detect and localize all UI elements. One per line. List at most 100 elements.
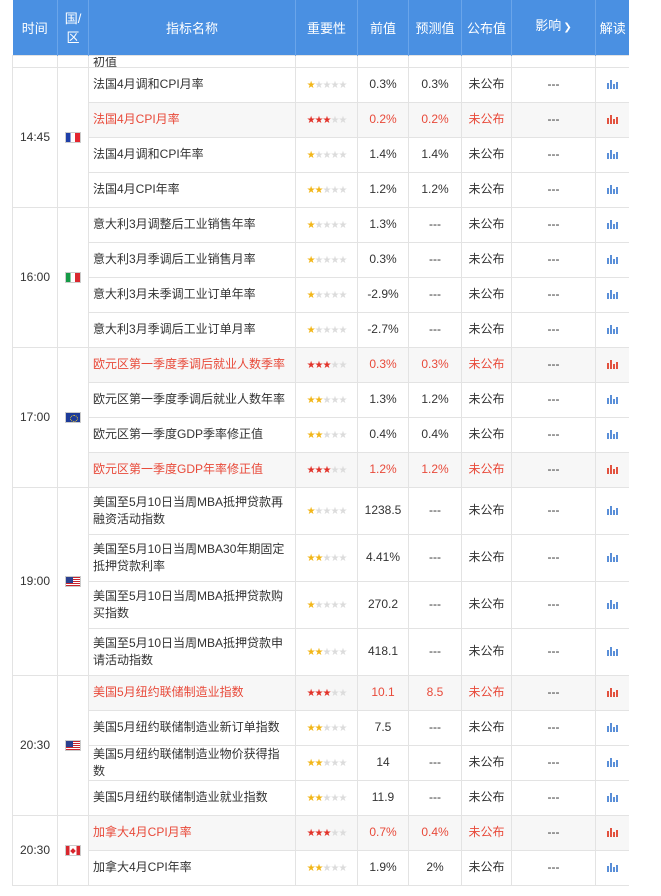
forecast-value: 0.3% xyxy=(408,66,462,103)
impact-value: --- xyxy=(511,171,596,208)
interpret-cell[interactable] xyxy=(595,580,629,629)
bar-chart-icon[interactable] xyxy=(607,647,618,657)
actual-value: 未公布 xyxy=(461,66,512,103)
star-icon: ★ xyxy=(306,552,316,564)
indicator-name[interactable]: 法国4月CPI月率 xyxy=(88,101,296,138)
bar-chart-icon[interactable] xyxy=(607,600,618,610)
interpret-cell[interactable] xyxy=(595,171,629,208)
indicator-name-text: 法国4月调和CPI月率 xyxy=(93,77,204,91)
indicator-name[interactable]: 美国5月纽约联储制造业物价获得指数 xyxy=(88,744,296,781)
indicator-name[interactable]: 美国5月纽约联储制造业新订单指数 xyxy=(88,709,296,746)
interpret-cell[interactable] xyxy=(595,814,629,851)
interpret-cell[interactable] xyxy=(595,101,629,138)
bar-chart-icon[interactable] xyxy=(607,185,618,195)
interpret-cell[interactable] xyxy=(595,709,629,746)
bar-chart-icon[interactable] xyxy=(607,828,618,838)
table-row: 20:30 美国5月纽约联储制造业指数 ★★★★★ 10.1 8.5 未公布 --- xyxy=(12,674,629,816)
indicator-name[interactable]: 欧元区第一季度季调后就业人数季率 xyxy=(88,346,296,383)
interpret-cell[interactable] xyxy=(595,779,629,816)
bar-chart-icon[interactable] xyxy=(607,150,618,160)
interpret-cell[interactable] xyxy=(595,206,629,243)
indicator-name[interactable]: 法国4月CPI年率 xyxy=(88,171,296,208)
table-row: 法国4月调和CPI年率 ★★★★★ 1.4% 1.4% 未公布 --- xyxy=(13,136,629,173)
bar-chart-icon[interactable] xyxy=(607,290,618,300)
bar-chart-icon[interactable] xyxy=(607,220,618,230)
bar-chart-icon[interactable] xyxy=(607,723,618,733)
interpret-cell[interactable] xyxy=(595,381,629,418)
forecast-value: 1.2% xyxy=(408,451,462,488)
table-row: 意大利3月季调后工业销售月率 ★★★★★ 0.3% --- 未公布 --- xyxy=(13,241,629,278)
interpret-cell[interactable] xyxy=(595,627,629,676)
forecast-value: 0.3% xyxy=(408,346,462,383)
bar-chart-icon[interactable] xyxy=(607,255,618,265)
interpret-cell[interactable] xyxy=(595,276,629,313)
indicator-name[interactable]: 欧元区第一季度GDP季率修正值 xyxy=(88,416,296,453)
interpret-cell[interactable] xyxy=(595,311,629,348)
actual-value: 未公布 xyxy=(461,814,512,851)
forecast-value: --- xyxy=(408,241,462,278)
bar-chart-icon[interactable] xyxy=(607,80,618,90)
indicator-name[interactable]: 美国5月纽约联储制造业就业指数 xyxy=(88,779,296,816)
header-interpret: 解读 xyxy=(595,0,629,55)
impact-sort-toggle[interactable]: 影响 ❯ xyxy=(535,17,571,37)
bar-chart-icon[interactable] xyxy=(607,553,618,563)
previous-value: 14 xyxy=(357,744,409,781)
indicator-name[interactable]: 意大利3月未季调工业订单年率 xyxy=(88,276,296,313)
impact-value: --- xyxy=(511,744,596,781)
header-importance[interactable]: 重要性 xyxy=(295,0,358,55)
bar-chart-icon[interactable] xyxy=(607,395,618,405)
indicator-name[interactable]: 意大利3月季调后工业销售月率 xyxy=(88,241,296,278)
interpret-cell[interactable] xyxy=(595,674,629,711)
indicator-name[interactable]: 法国4月调和CPI年率 xyxy=(88,136,296,173)
indicator-name[interactable]: 美国至5月10日当周MBA抵押贷款购买指数 xyxy=(88,580,296,629)
interpret-cell[interactable] xyxy=(595,451,629,488)
interpret-cell[interactable] xyxy=(595,416,629,453)
indicator-name[interactable]: 初值 xyxy=(88,54,296,68)
interpret-cell[interactable] xyxy=(595,136,629,173)
header-impact[interactable]: 影响 ❯ xyxy=(511,0,596,55)
bar-chart-icon[interactable] xyxy=(607,325,618,335)
actual-value: 未公布 xyxy=(461,241,512,278)
table-row: 美国至5月10日当周MBA抵押贷款购买指数 ★★★★★ 270.2 --- 未公布 --- xyxy=(13,580,629,629)
interpret-cell[interactable] xyxy=(595,744,629,781)
indicator-name[interactable]: 意大利3月季调后工业订单月率 xyxy=(88,311,296,348)
indicator-name-text: 意大利3月季调后工业订单月率 xyxy=(93,322,256,336)
indicator-name[interactable]: 美国至5月10日当周MBA30年期固定抵押贷款利率 xyxy=(88,533,296,582)
interpret-cell[interactable] xyxy=(595,486,629,535)
bar-chart-icon[interactable] xyxy=(607,430,618,440)
actual-value: 未公布 xyxy=(461,779,512,816)
interpret-cell[interactable] xyxy=(595,66,629,103)
interpret-cell[interactable] xyxy=(595,533,629,582)
star-icon: ★ xyxy=(306,599,316,611)
indicator-name[interactable]: 美国至5月10日当周MBA抵押贷款申请活动指数 xyxy=(88,627,296,676)
interpret-cell[interactable] xyxy=(595,849,629,886)
indicator-name[interactable]: 美国5月纽约联储制造业指数 xyxy=(88,674,296,711)
flag-cell xyxy=(57,54,89,68)
bar-chart-icon[interactable] xyxy=(607,115,618,125)
indicator-name[interactable]: 欧元区第一季度季调后就业人数年率 xyxy=(88,381,296,418)
bar-chart-icon[interactable] xyxy=(607,688,618,698)
bar-chart-icon[interactable] xyxy=(607,465,618,475)
interpret-cell[interactable] xyxy=(595,346,629,383)
actual-value: 未公布 xyxy=(461,486,512,535)
impact-label: 影响 xyxy=(535,18,562,34)
indicator-name[interactable]: 美国至5月10日当周MBA抵押贷款再融资活动指数 xyxy=(88,486,296,535)
actual-value: 未公布 xyxy=(461,709,512,746)
interpret-cell[interactable] xyxy=(595,241,629,278)
indicator-name-text: 法国4月CPI月率 xyxy=(93,112,180,126)
impact-value: --- xyxy=(511,346,596,383)
forecast-value: --- xyxy=(408,709,462,746)
star-icon: ★ xyxy=(314,359,324,371)
indicator-name[interactable]: 加拿大4月CPI年率 xyxy=(88,849,296,886)
bar-chart-icon[interactable] xyxy=(607,863,618,873)
bar-chart-icon[interactable] xyxy=(607,758,618,768)
bar-chart-icon[interactable] xyxy=(607,506,618,516)
header-indicator: 指标名称 xyxy=(88,0,296,55)
indicator-name[interactable]: 意大利3月调整后工业销售年率 xyxy=(88,206,296,243)
bar-chart-icon[interactable] xyxy=(607,360,618,370)
impact-value: --- xyxy=(511,311,596,348)
indicator-name[interactable]: 法国4月调和CPI月率 xyxy=(88,66,296,103)
indicator-name[interactable]: 加拿大4月CPI月率 xyxy=(88,814,296,851)
bar-chart-icon[interactable] xyxy=(607,793,618,803)
indicator-name[interactable]: 欧元区第一季度GDP年率修正值 xyxy=(88,451,296,488)
